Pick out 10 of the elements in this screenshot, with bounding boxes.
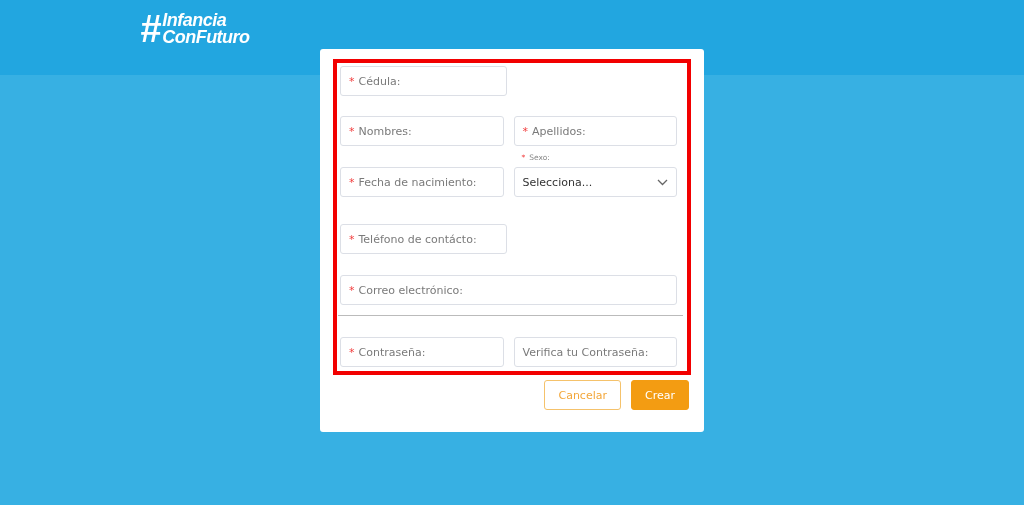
input-field[interactable]: * Correo electrónico:: [340, 275, 677, 305]
input-field[interactable]: Verifica tu Contraseña:: [513, 337, 677, 367]
chevron-down-icon: [657, 178, 668, 186]
input-field[interactable]: * Cédula:: [340, 66, 507, 96]
input-field[interactable]: * Nombres:: [340, 116, 504, 146]
input-field[interactable]: * Teléfono de contácto:: [340, 224, 507, 254]
input-field[interactable]: * Fecha de nacimiento:: [340, 167, 504, 197]
select-field[interactable]: Selecciona...: [513, 167, 677, 197]
input-field[interactable]: * Contraseña:: [340, 337, 504, 367]
input-field[interactable]: * Apellidos:: [513, 116, 677, 146]
